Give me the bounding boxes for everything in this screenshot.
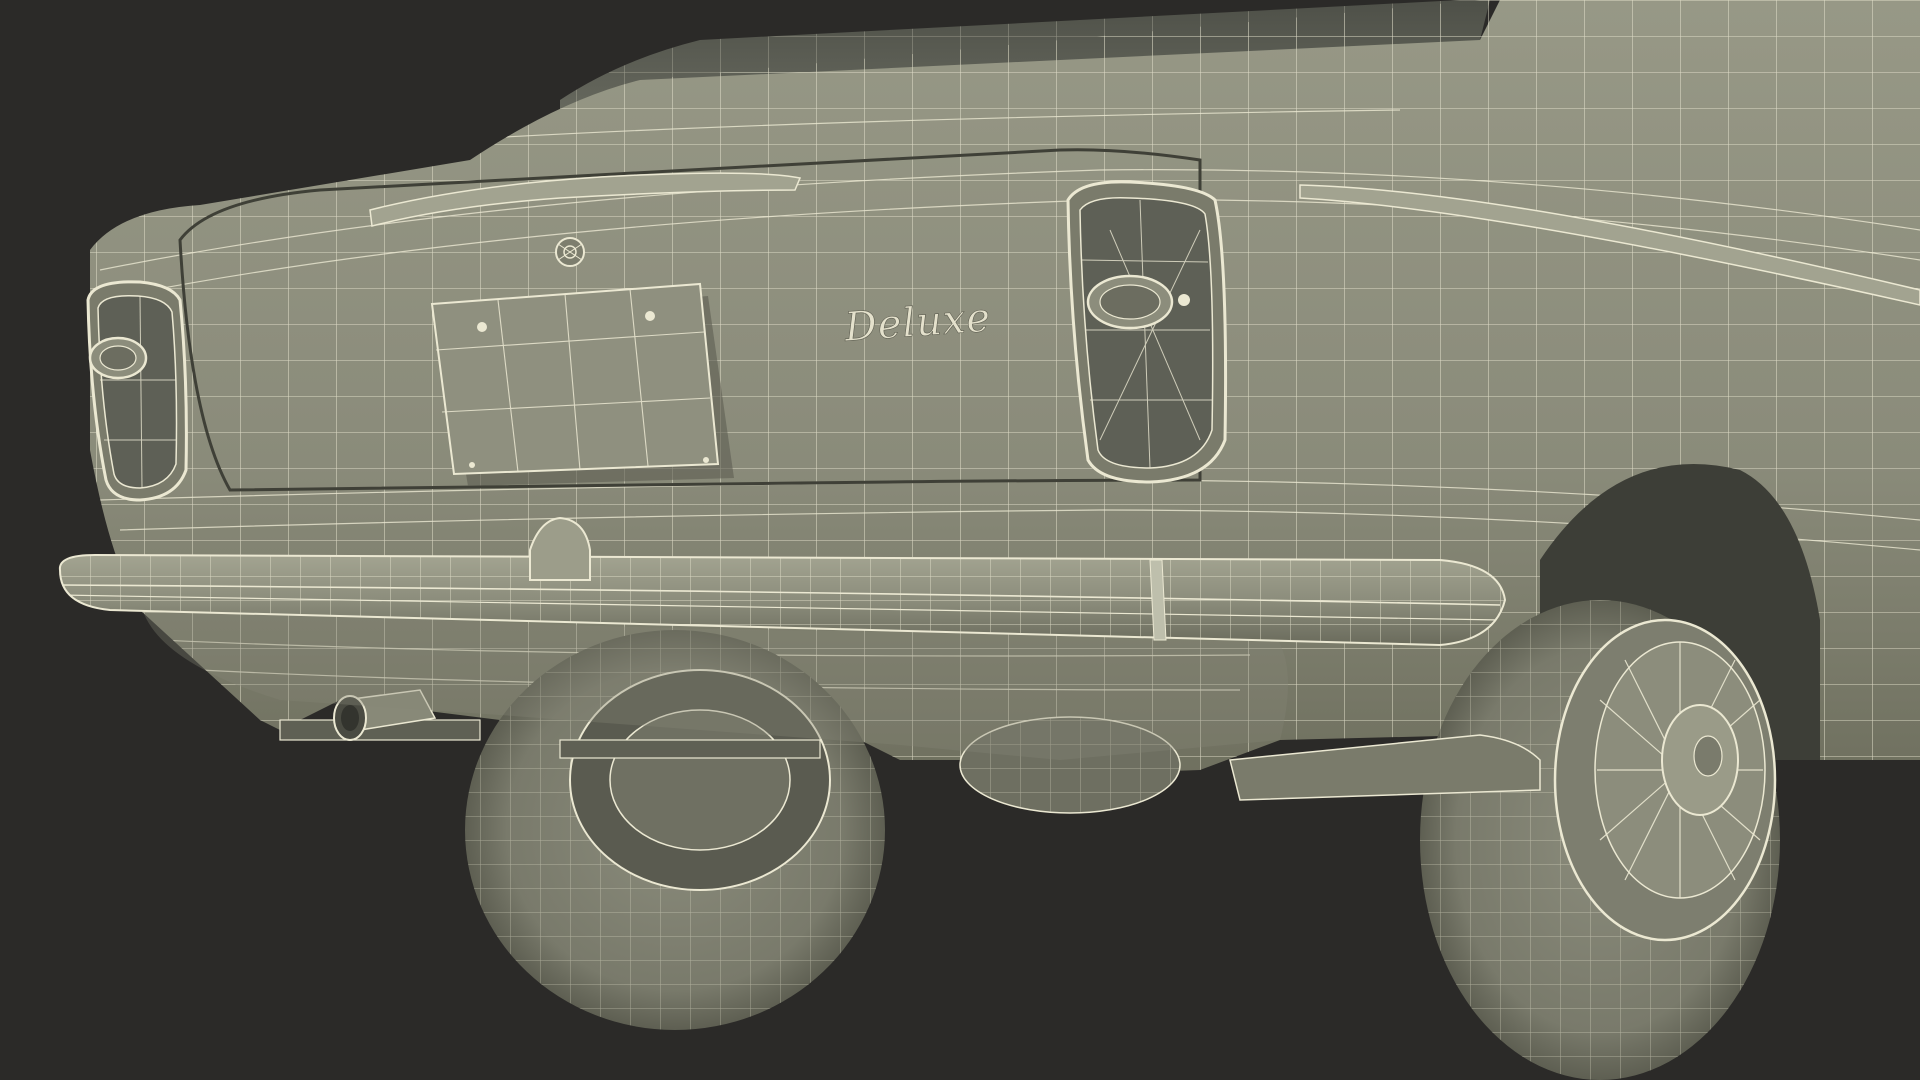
right-tail-light: [1066, 180, 1228, 484]
car-wireframe-render: Deluxe: [58, 0, 1920, 1080]
right-sill: [1229, 734, 1541, 801]
left-tail-light: [86, 280, 188, 502]
right-rear-wheel: [1420, 600, 1780, 1080]
license-plate: [430, 282, 734, 486]
hubcap: [1553, 618, 1777, 942]
plate-bolt-left: [477, 322, 487, 332]
trunk-emblem: [555, 237, 585, 267]
plate-bolt-right: [645, 311, 655, 321]
viewport: Deluxe: [0, 0, 1920, 1080]
